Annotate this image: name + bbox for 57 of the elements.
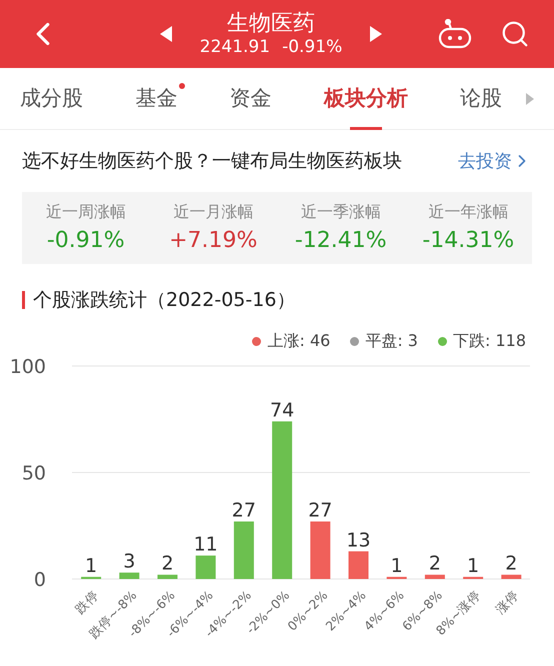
- bar: [501, 574, 522, 579]
- section-marker: [22, 291, 25, 309]
- tab[interactable]: 成分股: [20, 68, 83, 130]
- legend-label: 上涨: 46: [267, 330, 330, 352]
- bar: [196, 556, 216, 579]
- search-icon: [500, 19, 530, 49]
- bar-value-label: 1: [390, 554, 403, 577]
- y-tick-label: 50: [22, 462, 46, 484]
- sector-title: 生物医药: [226, 10, 315, 38]
- tab[interactable]: 论股: [460, 68, 502, 130]
- stat-label: 近一周涨幅: [46, 200, 126, 222]
- bar: [234, 522, 254, 579]
- x-axis-label: 跌停: [72, 588, 102, 616]
- stat-value: -0.91%: [46, 226, 125, 254]
- stat-value: -12.41%: [294, 226, 387, 254]
- bar-value-label: 1: [85, 554, 98, 577]
- bar-value-label: 74: [270, 399, 294, 422]
- next-icon[interactable]: [370, 26, 382, 42]
- bar: [463, 576, 484, 579]
- bar-value-label: 2: [428, 552, 441, 575]
- legend-label: 平盘: 3: [365, 330, 418, 352]
- index-price: 2241.91: [200, 37, 270, 58]
- y-tick-label: 0: [34, 569, 46, 591]
- tab-underline: [350, 126, 382, 130]
- robot-icon[interactable]: [438, 19, 472, 49]
- bar: [310, 522, 330, 579]
- y-tick-label: 100: [10, 356, 46, 378]
- stat-label: 近一月涨幅: [173, 200, 254, 222]
- stat-label: 近一年涨幅: [428, 200, 508, 222]
- stat-label: 近一季涨幅: [300, 200, 381, 222]
- bar: [386, 576, 407, 579]
- bar: [158, 574, 178, 579]
- invest-link[interactable]: 去投资: [458, 148, 532, 174]
- x-axis-label: 涨停: [492, 588, 522, 616]
- stat-value: -14.31%: [422, 226, 514, 254]
- bar-value-label: 13: [346, 529, 371, 552]
- tab[interactable]: 基金: [135, 68, 178, 130]
- index-change: -0.91%: [282, 37, 342, 58]
- bar: [348, 551, 368, 579]
- bar-value-label: 2: [161, 552, 174, 575]
- bar-value-label: 1: [467, 554, 480, 577]
- bar-value-label: 27: [308, 500, 332, 522]
- search-button[interactable]: [500, 19, 530, 49]
- bar: [81, 576, 102, 579]
- bar-value-label: 27: [232, 500, 256, 522]
- promo-text: 选不好生物医药个股？一键布局生物医药板块: [22, 148, 402, 174]
- section-title: 个股涨跌统计（2022-05-16）: [33, 288, 296, 313]
- previous-icon[interactable]: [160, 26, 172, 42]
- tab[interactable]: 板块分析: [324, 68, 408, 130]
- bar-value-label: 11: [194, 534, 218, 556]
- tab[interactable]: 资金: [230, 68, 272, 130]
- bar-value-label: 2: [505, 552, 518, 575]
- stat-value: +7.19%: [169, 226, 258, 254]
- bar: [119, 572, 140, 579]
- bar-value-label: 3: [123, 550, 136, 573]
- legend-label: 下跌: 118: [452, 330, 526, 352]
- bar: [424, 574, 445, 579]
